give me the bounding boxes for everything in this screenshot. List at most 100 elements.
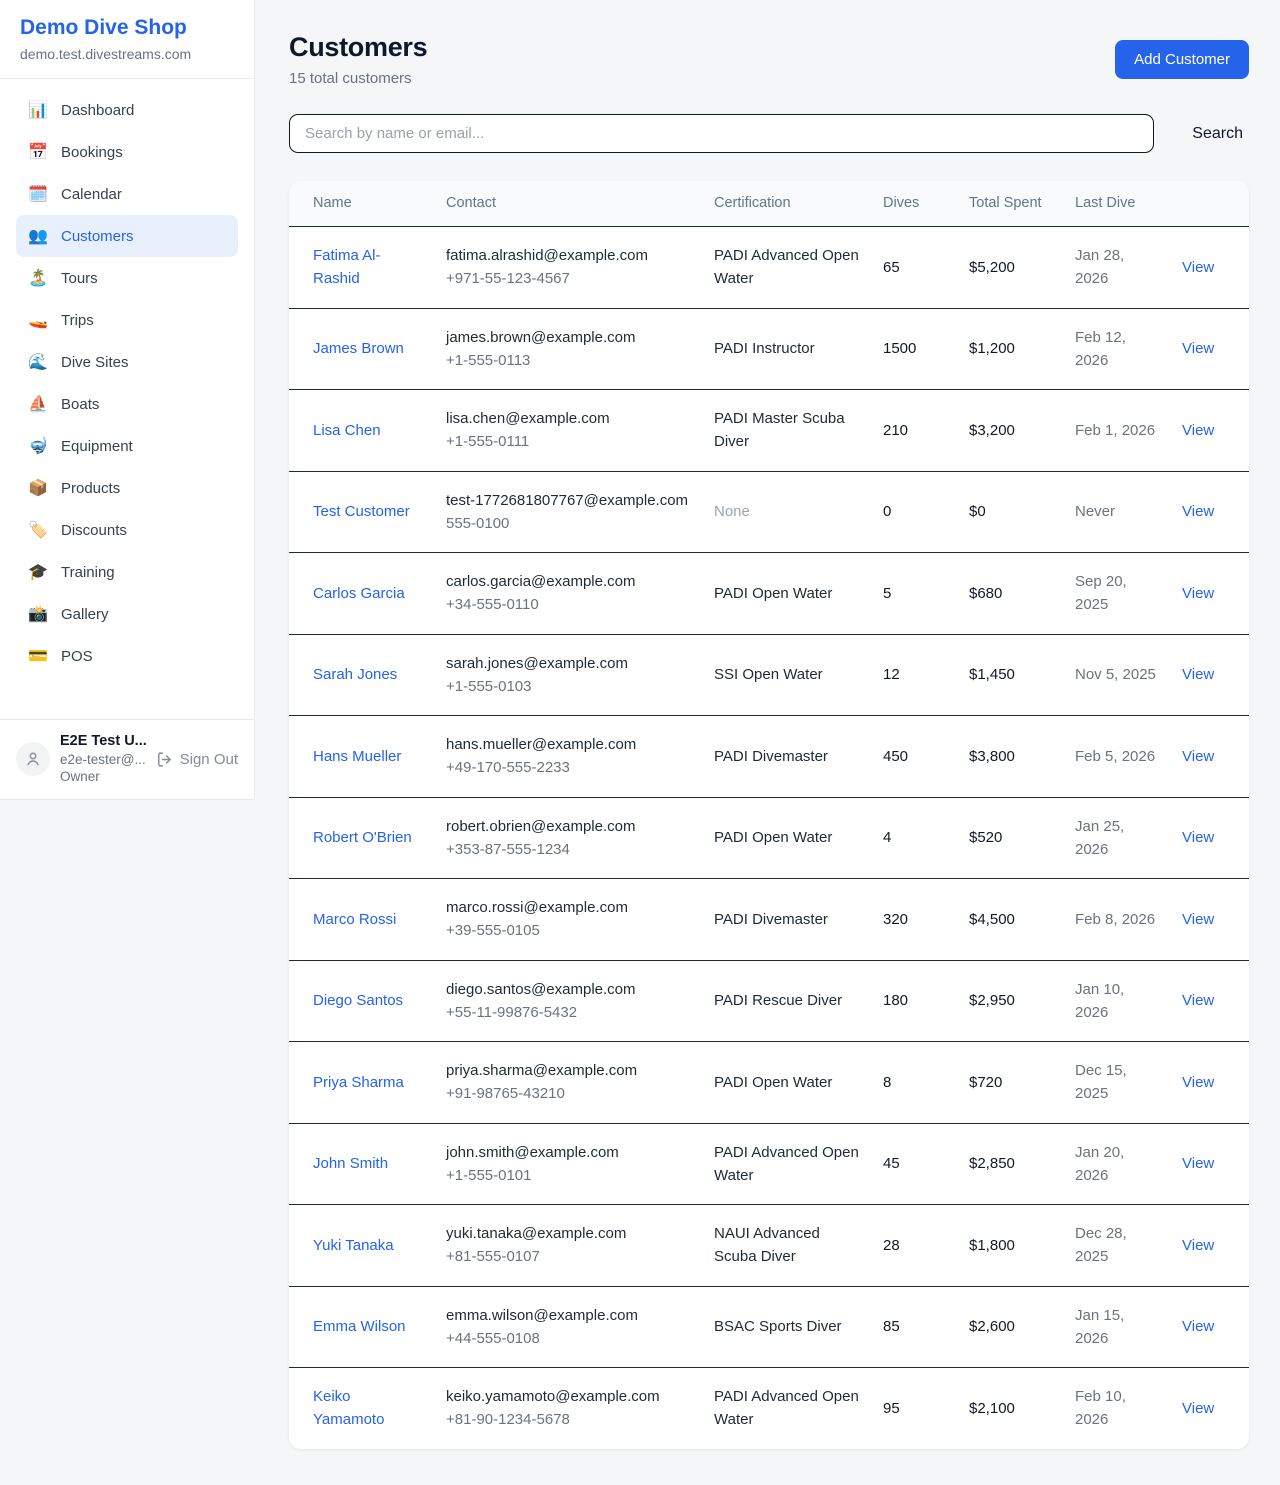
customer-dives: 12 (871, 634, 957, 716)
customer-name-link[interactable]: John Smith (313, 1155, 388, 1172)
view-link[interactable]: View (1182, 1237, 1214, 1254)
person-icon (24, 750, 42, 768)
customer-dives: 210 (871, 390, 957, 472)
customer-phone: +81-90-1234-5678 (446, 1408, 690, 1431)
search-button[interactable]: Search (1186, 124, 1249, 144)
logout-icon (156, 751, 173, 768)
sidebar-item-label: Gallery (61, 606, 109, 623)
customer-dives: 5 (871, 553, 957, 635)
view-link[interactable]: View (1182, 1155, 1214, 1172)
customer-phone: +39-555-0105 (446, 919, 690, 942)
customer-phone: +44-555-0108 (446, 1327, 690, 1350)
customer-email: robert.obrien@example.com (446, 815, 690, 838)
customer-name-link[interactable]: Hans Mueller (313, 748, 401, 765)
customer-name-link[interactable]: Robert O'Brien (313, 829, 412, 846)
customer-last-dive: Sep 20, 2025 (1063, 553, 1170, 635)
sidebar-item-label: Bookings (61, 144, 123, 161)
sidebar-item-label: Boats (61, 396, 99, 413)
sidebar-item-training[interactable]: 🎓 Training (16, 551, 238, 593)
customer-total-spent: $2,850 (957, 1123, 1063, 1205)
search-input[interactable] (289, 114, 1154, 153)
sidebar-nav: 📊 Dashboard 📅 Bookings 🗓️ Calendar 👥 Cus… (0, 79, 254, 687)
view-link[interactable]: View (1182, 1074, 1214, 1091)
sidebar-item-bookings[interactable]: 📅 Bookings (16, 131, 238, 173)
customer-name-link[interactable]: James Brown (313, 340, 404, 357)
table-row: Priya Sharma priya.sharma@example.com +9… (289, 1042, 1249, 1124)
customer-total-spent: $5,200 (957, 227, 1063, 309)
products-icon: 📦 (28, 478, 48, 498)
customers-table: Name Contact Certification Dives Total S… (289, 181, 1249, 1449)
sidebar-item-dashboard[interactable]: 📊 Dashboard (16, 89, 238, 131)
customer-phone: +34-555-0110 (446, 593, 690, 616)
view-link[interactable]: View (1182, 503, 1214, 520)
customers-table-card: Name Contact Certification Dives Total S… (289, 181, 1249, 1449)
customer-name-link[interactable]: Emma Wilson (313, 1318, 406, 1335)
customer-dives: 65 (871, 227, 957, 309)
sidebar-item-discounts[interactable]: 🏷️ Discounts (16, 509, 238, 551)
sidebar-item-gallery[interactable]: 📸 Gallery (16, 593, 238, 635)
customer-count: 15 total customers (289, 70, 427, 87)
brand-title: Demo Dive Shop (20, 16, 234, 40)
sidebar-item-pos[interactable]: 💳 POS (16, 635, 238, 677)
customer-email: test-1772681807767@example.com (446, 489, 690, 512)
view-link[interactable]: View (1182, 911, 1214, 928)
sidebar-user-section: E2E Test U... e2e-tester@... Owner Sign … (0, 719, 254, 799)
customer-email: lisa.chen@example.com (446, 407, 690, 430)
sidebar-item-boats[interactable]: ⛵ Boats (16, 383, 238, 425)
view-link[interactable]: View (1182, 666, 1214, 683)
sidebar-item-tours[interactable]: 🏝️ Tours (16, 257, 238, 299)
customer-name-link[interactable]: Marco Rossi (313, 911, 396, 928)
customer-name-link[interactable]: Lisa Chen (313, 422, 381, 439)
customer-total-spent: $680 (957, 553, 1063, 635)
trips-icon: 🚤 (28, 310, 48, 330)
customer-phone: +81-555-0107 (446, 1245, 690, 1268)
customer-name-link[interactable]: Diego Santos (313, 992, 403, 1009)
table-row: Test Customer test-1772681807767@example… (289, 471, 1249, 553)
column-header-certification: Certification (702, 181, 871, 227)
user-role: Owner (60, 768, 146, 786)
customer-total-spent: $2,950 (957, 960, 1063, 1042)
sidebar-item-label: Trips (61, 312, 94, 329)
customer-dives: 320 (871, 879, 957, 961)
customer-certification: BSAC Sports Diver (702, 1286, 871, 1368)
view-link[interactable]: View (1182, 259, 1214, 276)
view-link[interactable]: View (1182, 340, 1214, 357)
add-customer-button[interactable]: Add Customer (1115, 40, 1249, 79)
view-link[interactable]: View (1182, 829, 1214, 846)
view-link[interactable]: View (1182, 992, 1214, 1009)
user-email: e2e-tester@... (60, 751, 146, 769)
sidebar-item-trips[interactable]: 🚤 Trips (16, 299, 238, 341)
customer-last-dive: Jan 28, 2026 (1063, 227, 1170, 309)
view-link[interactable]: View (1182, 1318, 1214, 1335)
sidebar-item-equipment[interactable]: 🤿 Equipment (16, 425, 238, 467)
customer-total-spent: $1,800 (957, 1205, 1063, 1287)
sidebar-item-dive-sites[interactable]: 🌊 Dive Sites (16, 341, 238, 383)
view-link[interactable]: View (1182, 585, 1214, 602)
view-link[interactable]: View (1182, 748, 1214, 765)
customer-certification: PADI Instructor (702, 308, 871, 390)
customer-dives: 28 (871, 1205, 957, 1287)
view-link[interactable]: View (1182, 1400, 1214, 1417)
customer-name-link[interactable]: Keiko Yamamoto (313, 1388, 384, 1428)
customer-phone: +49-170-555-2233 (446, 756, 690, 779)
customer-name-link[interactable]: Priya Sharma (313, 1074, 404, 1091)
brand: Demo Dive Shop demo.test.divestreams.com (0, 0, 254, 79)
customer-email: emma.wilson@example.com (446, 1304, 690, 1327)
customer-name-link[interactable]: Test Customer (313, 503, 410, 520)
customer-name-link[interactable]: Sarah Jones (313, 666, 397, 683)
customer-name-link[interactable]: Carlos Garcia (313, 585, 405, 602)
sidebar-item-products[interactable]: 📦 Products (16, 467, 238, 509)
customer-last-dive: Feb 8, 2026 (1063, 879, 1170, 961)
customer-phone: +971-55-123-4567 (446, 267, 690, 290)
customer-last-dive: Jan 25, 2026 (1063, 797, 1170, 879)
customer-name-link[interactable]: Fatima Al-Rashid (313, 247, 381, 287)
table-row: Lisa Chen lisa.chen@example.com +1-555-0… (289, 390, 1249, 472)
view-link[interactable]: View (1182, 422, 1214, 439)
sidebar-item-calendar[interactable]: 🗓️ Calendar (16, 173, 238, 215)
table-row: Emma Wilson emma.wilson@example.com +44-… (289, 1286, 1249, 1368)
sidebar-item-customers[interactable]: 👥 Customers (16, 215, 238, 257)
sign-out-button[interactable]: Sign Out (156, 751, 238, 768)
customer-certification: PADI Divemaster (702, 716, 871, 798)
customer-last-dive: Dec 15, 2025 (1063, 1042, 1170, 1124)
customer-name-link[interactable]: Yuki Tanaka (313, 1237, 394, 1254)
